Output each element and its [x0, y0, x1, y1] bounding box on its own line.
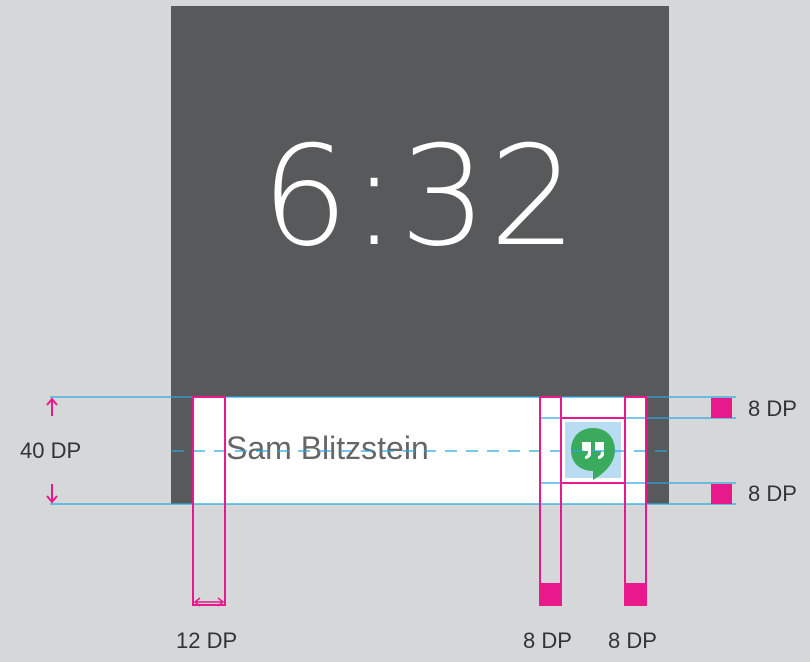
- icon-right-swatch: [625, 583, 646, 605]
- spec-overlay: [46, 396, 736, 607]
- icon-left-bracket: [539, 396, 562, 606]
- left-padding-bracket: [192, 396, 226, 606]
- bottom-margin-swatch: [711, 484, 732, 504]
- left-padding-label: 12 DP: [176, 628, 238, 653]
- icon-left-margin-label: 8 DP: [523, 628, 572, 653]
- icon-top-margin-label: 8 DP: [748, 396, 797, 421]
- card-height-label: 40 DP: [20, 438, 82, 463]
- icon-bottom-margin-label: 8 DP: [748, 481, 797, 506]
- top-margin-swatch: [711, 398, 732, 418]
- icon-right-margin-label: 8 DP: [608, 628, 657, 653]
- icon-left-swatch: [540, 583, 561, 605]
- icon-right-bracket: [624, 396, 647, 606]
